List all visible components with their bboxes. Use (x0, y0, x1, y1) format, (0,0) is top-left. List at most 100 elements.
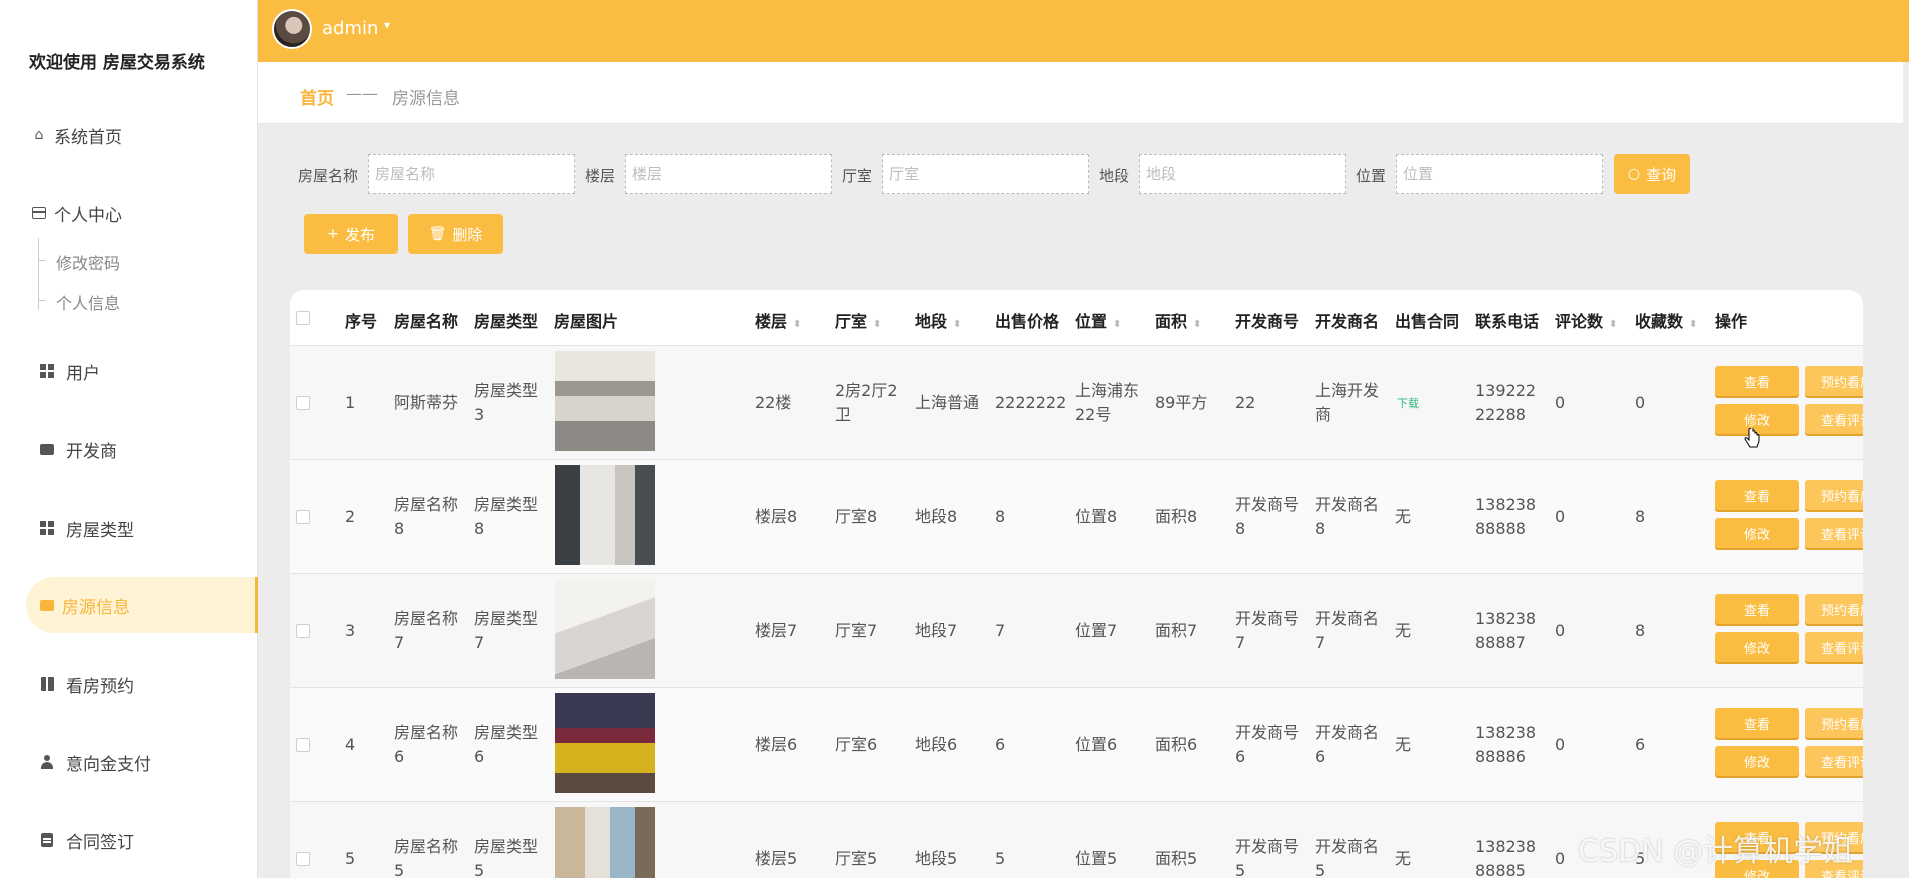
search-input-floor[interactable] (625, 154, 832, 194)
col-room[interactable]: 厅室 ⬍ (835, 308, 881, 332)
cell-dev-no: 开发商号7 (1235, 609, 1300, 652)
cell-name: 房屋名称6 (394, 723, 459, 766)
col-district[interactable]: 地段 ⬍ (915, 308, 961, 332)
col-floor-label: 楼层 (755, 312, 788, 331)
cell-floor: 楼层8 (755, 507, 798, 526)
col-favorites[interactable]: 收藏数 ⬍ (1635, 308, 1697, 332)
view-button[interactable]: 查看 (1715, 480, 1799, 510)
col-name: 房屋名称 (394, 312, 459, 331)
house-photo (555, 465, 655, 565)
house-photo (555, 693, 655, 793)
search-label-location: 位置 (1356, 167, 1387, 185)
sidebar-item-personal[interactable]: 个人中心 (0, 185, 258, 241)
sort-icon[interactable]: ⬍ (873, 319, 881, 330)
cell-phone: 13823888885 (1475, 837, 1537, 878)
edit-button[interactable]: 修改 (1715, 518, 1799, 548)
select-all-checkbox[interactable] (296, 311, 310, 325)
row-checkbox[interactable] (296, 738, 310, 752)
sidebar-item-users[interactable]: 用户 (0, 343, 258, 399)
reviews-button[interactable]: 查看评论 (1805, 632, 1863, 662)
sidebar-subitem-personal-info[interactable]: 个人信息 (56, 290, 120, 314)
sort-icon[interactable]: ⬍ (1193, 319, 1201, 330)
cell-price: 8 (995, 507, 1006, 526)
view-button[interactable]: 查看 (1715, 594, 1799, 624)
app-brand: 欢迎使用 房屋交易系统 (29, 53, 205, 73)
sidebar-item-viewing-appointments[interactable]: 看房预约 (0, 656, 258, 712)
reserve-button[interactable]: 预约看房 (1805, 480, 1863, 510)
reserve-button[interactable]: 预约看房 (1805, 708, 1863, 738)
cell-district: 地段6 (915, 735, 958, 754)
sidebar-item-house-types[interactable]: 房屋类型 (0, 500, 258, 556)
col-comments[interactable]: 评论数 ⬍ (1555, 308, 1617, 332)
search-input-room[interactable] (882, 154, 1089, 194)
cell-district: 地段7 (915, 621, 958, 640)
cell-name: 房屋名称5 (394, 837, 459, 878)
search-button[interactable]: ○ 查询 (1614, 154, 1690, 194)
row-checkbox[interactable] (296, 510, 310, 524)
sort-icon[interactable]: ⬍ (1689, 319, 1697, 330)
row-checkbox[interactable] (296, 624, 310, 638)
sidebar-item-contracts[interactable]: 合同签订 (0, 812, 258, 868)
username[interactable]: admin (322, 18, 378, 39)
row-checkbox[interactable] (296, 396, 310, 410)
search-label-district: 地段 (1099, 167, 1130, 185)
reviews-button[interactable]: 查看评论 (1805, 518, 1863, 548)
cell-floor: 楼层5 (755, 849, 798, 868)
sidebar-item-home[interactable]: ⌂ 系统首页 (0, 107, 258, 163)
col-location[interactable]: 位置 ⬍ (1075, 308, 1121, 332)
col-district-label: 地段 (915, 312, 948, 331)
reviews-button[interactable]: 查看评论 (1805, 404, 1863, 434)
sidebar-item-listings[interactable]: 房源信息 (26, 577, 258, 633)
sidebar: 欢迎使用 房屋交易系统 ⌂ 系统首页 个人中心 修改密码 个人信息 用户 开发商… (0, 0, 258, 878)
cell-area: 面积6 (1155, 735, 1198, 754)
chevron-down-icon[interactable]: ▾ (384, 18, 390, 32)
sort-icon[interactable]: ⬍ (1113, 319, 1121, 330)
cell-floor: 22楼 (755, 393, 792, 412)
house-photo (555, 807, 655, 878)
delete-button[interactable]: 🗑 删除 (408, 214, 503, 254)
reviews-button[interactable]: 查看评论 (1805, 746, 1863, 776)
house-photo (555, 351, 655, 451)
col-area[interactable]: 面积 ⬍ (1155, 308, 1201, 332)
reserve-button[interactable]: 预约看房 (1805, 594, 1863, 624)
edit-button[interactable]: 修改 (1715, 746, 1799, 776)
cell-type: 房屋类型5 (474, 837, 539, 878)
avatar[interactable] (272, 9, 312, 49)
search-input-district[interactable] (1139, 154, 1346, 194)
sort-icon[interactable]: ⬍ (953, 319, 961, 330)
breadcrumb-home[interactable]: 首页 (300, 84, 334, 109)
sidebar-item-deposit-payment[interactable]: 意向金支付 (0, 734, 258, 790)
sidebar-item-label: 用户 (66, 363, 100, 384)
cell-room: 厅室6 (835, 735, 878, 754)
edit-button[interactable]: 修改 (1715, 632, 1799, 662)
view-button[interactable]: 查看 (1715, 366, 1799, 396)
sidebar-item-developers[interactable]: 开发商 (0, 421, 258, 477)
cell-contract: 无 (1395, 849, 1412, 868)
cell-name: 房屋名称7 (394, 609, 459, 652)
grid-icon (38, 519, 56, 537)
search-input-name[interactable] (368, 154, 575, 194)
cell-area: 面积5 (1155, 849, 1198, 868)
search-input-location[interactable] (1396, 154, 1603, 194)
top-bar: admin ▾ (258, 0, 1909, 62)
plus-icon: + (327, 226, 339, 242)
publish-button-label: 发布 (344, 225, 375, 244)
cell-idx: 3 (345, 621, 356, 640)
contract-download-link[interactable]: 下载 (1397, 395, 1419, 411)
cell-comments: 0 (1555, 735, 1566, 754)
cell-room: 2房2厅2卫 (835, 381, 898, 424)
cell-dev-name: 开发商名7 (1315, 609, 1380, 652)
col-floor[interactable]: 楼层 ⬍ (755, 308, 801, 332)
sort-icon[interactable]: ⬍ (1609, 319, 1617, 330)
view-button[interactable]: 查看 (1715, 708, 1799, 738)
sidebar-subitem-change-password[interactable]: 修改密码 (56, 250, 120, 274)
cell-type: 房屋类型6 (474, 723, 539, 766)
col-dev-name: 开发商名 (1315, 312, 1380, 331)
row-checkbox[interactable] (296, 852, 310, 866)
cell-type: 房屋类型7 (474, 609, 539, 652)
sort-icon[interactable]: ⬍ (793, 319, 801, 330)
publish-button[interactable]: + 发布 (304, 214, 398, 254)
cell-location: 位置6 (1075, 735, 1118, 754)
reserve-button[interactable]: 预约看房 (1805, 366, 1863, 396)
listings-table: 序号 房屋名称 房屋类型 房屋图片 楼层 ⬍ 厅室 ⬍ 地段 ⬍ 出售价格 位置 ⬍ 面… (290, 290, 1863, 878)
